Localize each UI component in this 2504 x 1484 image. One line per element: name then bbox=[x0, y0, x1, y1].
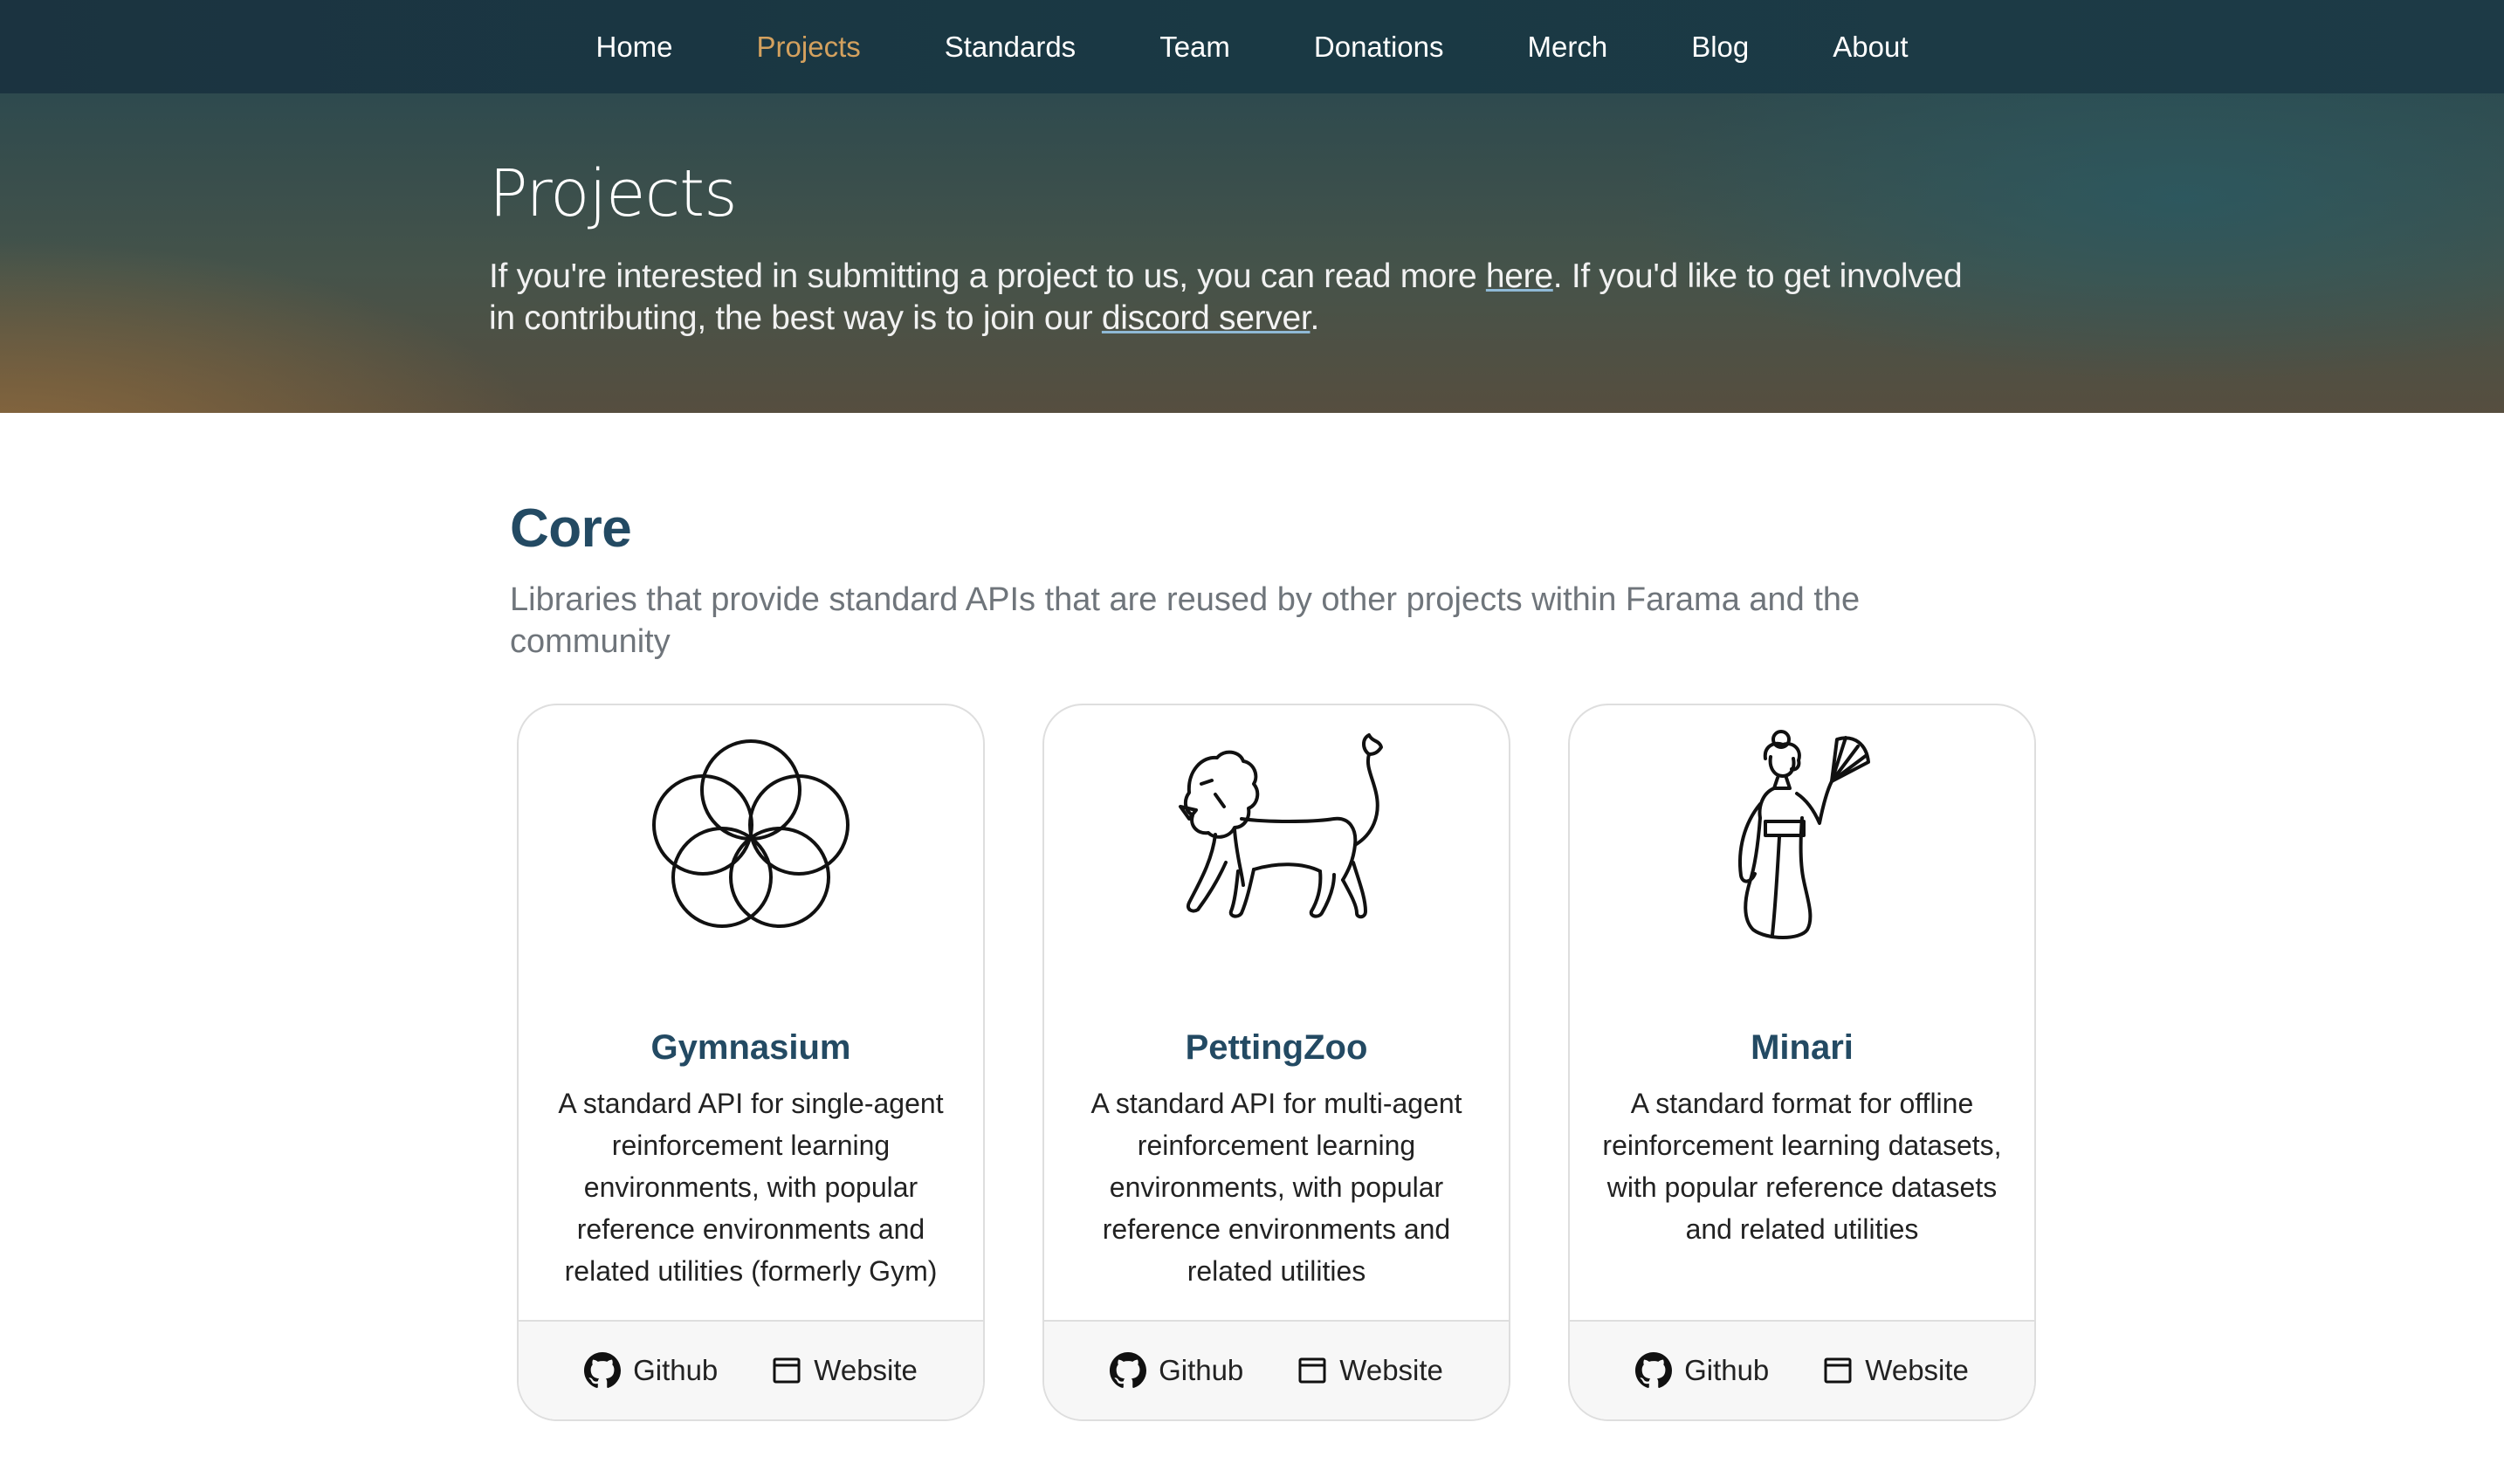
github-label: Github bbox=[1159, 1354, 1244, 1386]
card-footer: Github Website bbox=[519, 1320, 983, 1419]
website-link[interactable]: Website bbox=[1297, 1354, 1443, 1387]
hero-text-1: If you're interested in submitting a pro… bbox=[489, 258, 1486, 295]
nav-donations[interactable]: Donations bbox=[1314, 31, 1444, 64]
github-label: Github bbox=[633, 1354, 719, 1386]
gymnasium-logo-icon bbox=[519, 732, 983, 941]
card-description: A standard API for multi-agent reinforce… bbox=[1090, 1088, 1462, 1287]
page-title: Projects bbox=[489, 156, 738, 231]
nav-about[interactable]: About bbox=[1833, 31, 1908, 64]
project-card-gymnasium: Gymnasium A standard API for single-agen… bbox=[517, 704, 985, 1421]
github-icon bbox=[1635, 1352, 1673, 1389]
website-link[interactable]: Website bbox=[772, 1354, 918, 1387]
nav-merch[interactable]: Merch bbox=[1528, 31, 1608, 64]
nav-blog[interactable]: Blog bbox=[1691, 31, 1749, 64]
website-label: Website bbox=[814, 1354, 918, 1386]
nav-home[interactable]: Home bbox=[596, 31, 673, 64]
hero-banner: Projects If you're interested in submitt… bbox=[0, 93, 2504, 413]
hero-text-3: . bbox=[1310, 299, 1319, 337]
card-description: A standard format for offline reinforcem… bbox=[1602, 1088, 2002, 1245]
website-label: Website bbox=[1865, 1354, 1969, 1386]
discord-server-link[interactable]: discord server bbox=[1102, 299, 1310, 337]
github-label: Github bbox=[1684, 1354, 1770, 1386]
nav-team[interactable]: Team bbox=[1159, 31, 1230, 64]
nav-standards[interactable]: Standards bbox=[945, 31, 1076, 64]
card-footer: Github Website bbox=[1570, 1320, 2034, 1419]
pettingzoo-logo-icon bbox=[1044, 732, 1509, 941]
card-footer: Github Website bbox=[1044, 1320, 1509, 1419]
section-heading: Core bbox=[510, 498, 632, 559]
browser-window-icon bbox=[772, 1356, 801, 1385]
card-description: A standard API for single-agent reinforc… bbox=[558, 1088, 944, 1287]
github-link[interactable]: Github bbox=[1110, 1352, 1243, 1389]
section-subtitle: Libraries that provide standard APIs tha… bbox=[510, 581, 1861, 660]
project-cards: Gymnasium A standard API for single-agen… bbox=[517, 704, 2036, 1421]
browser-window-icon bbox=[1823, 1356, 1853, 1385]
top-navigation: Home Projects Standards Team Donations M… bbox=[0, 0, 2504, 93]
github-icon bbox=[584, 1352, 622, 1389]
nav-menu: Home Projects Standards Team Donations M… bbox=[554, 31, 1950, 64]
card-title: PettingZoo bbox=[1185, 1028, 1368, 1067]
card-title: Minari bbox=[1751, 1028, 1854, 1067]
github-link[interactable]: Github bbox=[1635, 1352, 1769, 1389]
github-link[interactable]: Github bbox=[584, 1352, 718, 1389]
github-icon bbox=[1110, 1352, 1147, 1389]
hero-description: If you're interested in submitting a pro… bbox=[489, 256, 1973, 340]
core-section: Core Libraries that provide standard API… bbox=[510, 498, 2038, 663]
browser-window-icon bbox=[1297, 1356, 1327, 1385]
website-link[interactable]: Website bbox=[1823, 1354, 1969, 1387]
hero-content: Projects If you're interested in submitt… bbox=[489, 161, 1973, 340]
here-link[interactable]: here bbox=[1486, 258, 1553, 295]
project-card-minari: Minari A standard format for offline rei… bbox=[1568, 704, 2036, 1421]
card-title: Gymnasium bbox=[650, 1028, 851, 1067]
website-label: Website bbox=[1339, 1354, 1443, 1386]
minari-logo-icon bbox=[1570, 730, 2034, 941]
project-card-pettingzoo: PettingZoo A standard API for multi-agen… bbox=[1042, 704, 1510, 1421]
nav-projects[interactable]: Projects bbox=[757, 31, 861, 64]
